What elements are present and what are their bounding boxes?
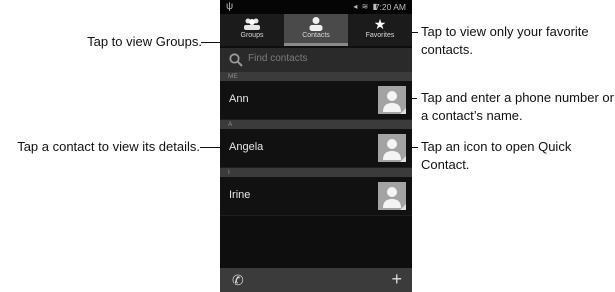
- quick-contact-avatar[interactable]: [378, 182, 406, 210]
- search-icon: [229, 53, 243, 67]
- annotation-favorites: Tap to view only your favorite contacts.: [421, 24, 589, 57]
- avatar-person-icon: [378, 182, 406, 210]
- search-placeholder: Find contacts: [248, 53, 308, 64]
- annotation-quick-contact: Tap an icon to open Quick Contact.: [421, 139, 572, 172]
- leader-contact-details: [200, 147, 222, 148]
- tab-groups[interactable]: Groups: [220, 14, 284, 46]
- status-bar: ψ ◂ ≋ ▮ 7:20 AM: [220, 0, 412, 14]
- section-header-a: A: [220, 120, 412, 129]
- annotation-contact-details: Tap a contact to view its details.: [17, 139, 200, 154]
- star-icon: ★: [373, 16, 387, 32]
- bottom-action-bar: ✆ +: [220, 268, 412, 292]
- plus-icon[interactable]: +: [391, 269, 402, 290]
- quick-contact-avatar[interactable]: [378, 134, 406, 162]
- tab-bar: Groups Contacts ★ Favorites: [220, 14, 412, 46]
- contact-row-irine[interactable]: Irine: [220, 177, 412, 216]
- contact-icon: [284, 14, 348, 32]
- tab-favorites-label: Favorites: [365, 32, 395, 39]
- groups-icon: [220, 14, 284, 32]
- contact-name: Irine: [229, 189, 251, 201]
- contact-row-ann[interactable]: Ann: [220, 81, 412, 120]
- tab-contacts[interactable]: Contacts: [284, 14, 348, 46]
- tab-contacts-label: Contacts: [302, 32, 330, 39]
- avatar-person-icon: [378, 86, 406, 114]
- annotation-groups: Tap to view Groups.: [87, 34, 202, 49]
- phone-screen: ψ ◂ ≋ ▮ 7:20 AM Groups Contacts ★ Favori…: [220, 0, 412, 292]
- tab-favorites[interactable]: ★ Favorites: [348, 14, 412, 46]
- section-header-i: I: [220, 168, 412, 177]
- quick-contact-avatar[interactable]: [378, 86, 406, 114]
- contact-row-angela[interactable]: Angela: [220, 129, 412, 168]
- phone-icon[interactable]: ✆: [232, 272, 244, 289]
- status-time: 7:20 AM: [374, 2, 406, 12]
- contact-name: Angela: [229, 141, 264, 153]
- usb-icon: ψ: [226, 1, 234, 12]
- section-header-me: ME: [220, 72, 412, 81]
- annotation-search: Tap and enter a phone number or a contac…: [421, 90, 614, 123]
- search-field[interactable]: Find contacts: [220, 48, 412, 72]
- avatar-person-icon: [378, 134, 406, 162]
- tab-groups-label: Groups: [240, 32, 264, 39]
- contact-name: Ann: [229, 93, 249, 105]
